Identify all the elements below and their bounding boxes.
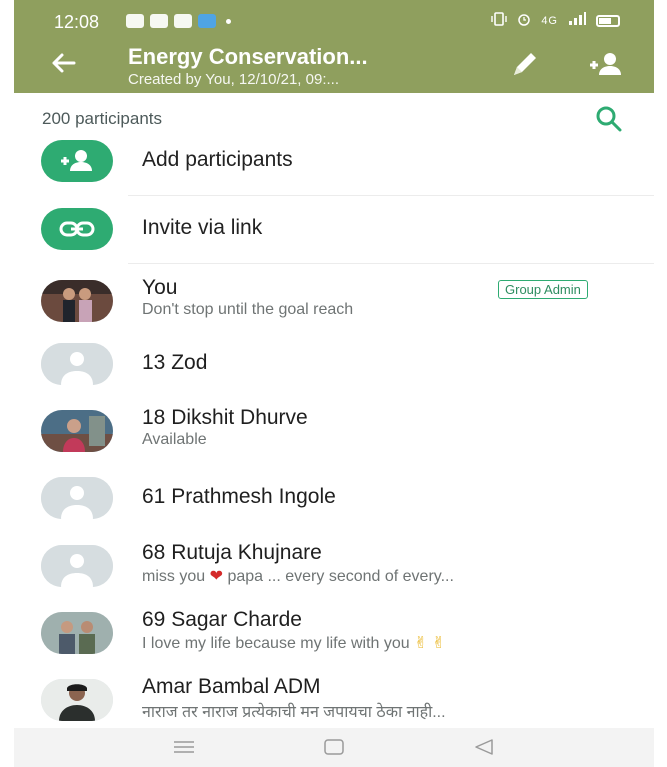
home-button[interactable] xyxy=(314,734,354,760)
participant-row[interactable]: 18 Dikshit Dhurve Available xyxy=(14,400,654,466)
participant-row[interactable]: Amar Bambal ADM नाराज तर नाराज प्रत्येका… xyxy=(14,669,654,735)
participant-name: 18 Dikshit Dhurve xyxy=(142,406,308,429)
add-participants-label: Add participants xyxy=(142,148,293,171)
add-participants-icon-circle xyxy=(41,140,113,182)
link-icon xyxy=(59,221,95,237)
status-bar: 12:08 4G xyxy=(14,0,654,40)
back-button[interactable] xyxy=(46,46,80,80)
participant-name: 13 Zod xyxy=(142,351,208,374)
edit-group-button[interactable] xyxy=(504,48,544,82)
participant-row[interactable]: 13 Zod xyxy=(14,333,654,399)
person-add-icon xyxy=(590,53,621,75)
divider xyxy=(128,263,654,264)
participant-name: 61 Prathmesh Ingole xyxy=(142,485,336,508)
participant-status: miss you ❤ papa ... every second of ever… xyxy=(142,568,454,585)
network-type-label: 4G xyxy=(541,14,558,27)
add-participant-header-button[interactable] xyxy=(584,48,628,82)
divider xyxy=(128,195,654,196)
invite-link-icon-circle xyxy=(41,208,113,250)
participant-status: नाराज तर नाराज प्रत्येकाची मन जपायचा ठेक… xyxy=(142,704,446,721)
participant-row-you[interactable]: You Don't stop until the goal reach Grou… xyxy=(14,270,654,336)
notification-icon xyxy=(150,14,168,28)
rock-hand-icon: ✌ xyxy=(414,635,428,652)
add-participants-row[interactable]: Add participants xyxy=(14,130,654,196)
default-avatar-icon xyxy=(41,343,113,385)
avatar xyxy=(41,410,113,452)
pencil-icon xyxy=(514,53,536,75)
participant-row[interactable]: 68 Rutuja Khujnare miss you ❤ papa ... e… xyxy=(14,535,654,601)
participant-status: Don't stop until the goal reach xyxy=(142,301,354,318)
alarm-icon xyxy=(517,12,531,29)
notification-icon xyxy=(198,14,216,28)
vibrate-icon xyxy=(491,12,508,29)
participant-name: You xyxy=(142,276,178,299)
participant-name: 69 Sagar Charde xyxy=(142,608,302,631)
participant-name: Amar Bambal ADM xyxy=(142,675,321,698)
heart-icon: ❤ xyxy=(209,568,223,585)
avatar xyxy=(41,612,113,654)
status-time: 12:08 xyxy=(54,12,100,32)
participant-name: 68 Rutuja Khujnare xyxy=(142,541,322,564)
back-triangle-icon xyxy=(475,739,493,755)
more-notifications-dot xyxy=(226,18,231,24)
avatar xyxy=(41,679,113,721)
person-add-icon xyxy=(61,150,92,171)
system-back-button[interactable] xyxy=(464,734,504,760)
home-square-icon xyxy=(324,739,344,755)
group-title-area[interactable]: Energy Conservation... Created by You, 1… xyxy=(128,44,468,88)
invite-via-link-row[interactable]: Invite via link xyxy=(14,198,654,264)
avatar xyxy=(41,280,113,322)
group-subtitle: Created by You, 12/10/21, 09:... xyxy=(128,71,339,88)
rock-hand-icon: ✌ xyxy=(431,635,446,652)
participant-row[interactable]: 69 Sagar Charde I love my life because m… xyxy=(14,602,654,668)
participants-count: 200 participants xyxy=(42,109,163,128)
invite-via-link-label: Invite via link xyxy=(142,216,263,239)
default-avatar-icon xyxy=(41,477,113,519)
notification-icon xyxy=(174,14,192,28)
participant-status: Available xyxy=(142,431,207,448)
notification-icons xyxy=(126,14,231,28)
group-app-bar: Energy Conservation... Created by You, 1… xyxy=(14,40,654,93)
notification-icon xyxy=(126,14,144,28)
participant-status: I love my life because my life with you … xyxy=(142,635,446,652)
default-avatar-icon xyxy=(41,545,113,587)
system-status-icons: 4G xyxy=(491,12,620,29)
group-admin-badge: Group Admin xyxy=(498,280,588,299)
participant-row[interactable]: 61 Prathmesh Ingole xyxy=(14,467,654,533)
arrow-left-icon xyxy=(52,53,76,73)
signal-icon xyxy=(568,12,586,29)
system-navigation-bar xyxy=(14,728,654,767)
battery-icon xyxy=(596,14,620,27)
menu-icon xyxy=(174,741,194,753)
recent-apps-button[interactable] xyxy=(164,734,204,760)
group-title: Energy Conservation... xyxy=(128,44,368,69)
